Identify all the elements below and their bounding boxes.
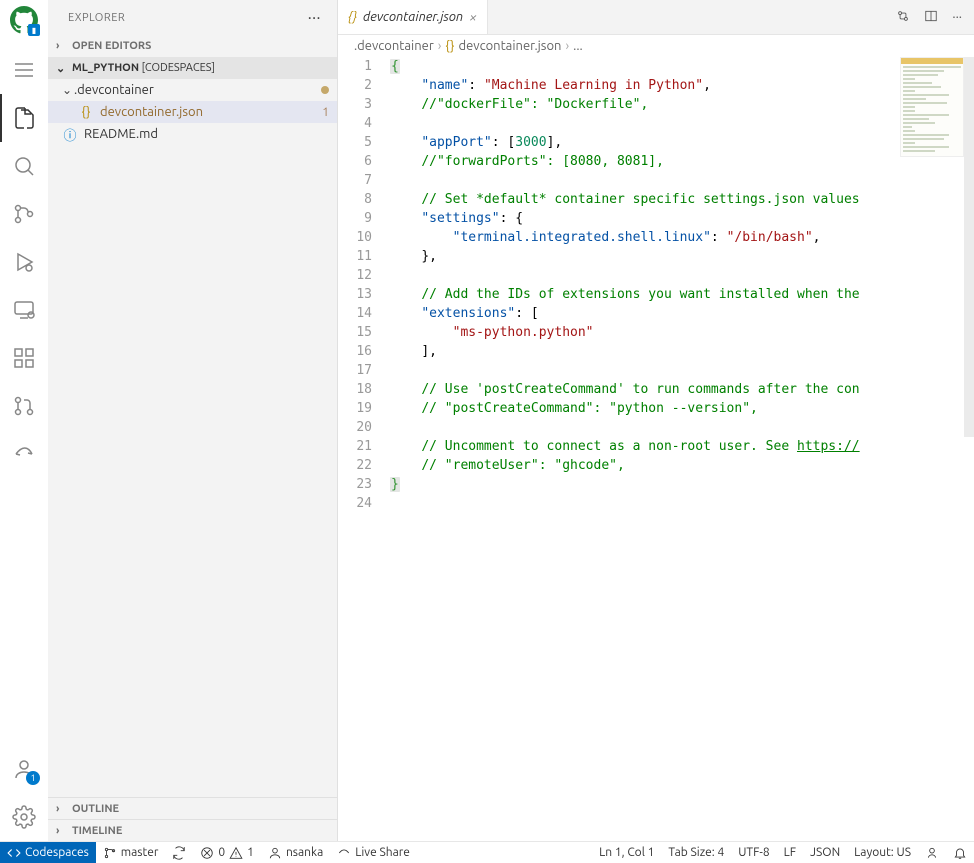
github-logo: ▮	[10, 6, 38, 34]
status-sync[interactable]	[165, 842, 193, 863]
status-language[interactable]: JSON	[803, 842, 847, 863]
status-branch[interactable]: master	[96, 842, 166, 863]
status-bar: Codespaces master 0 1 nsanka Live Share …	[0, 841, 974, 863]
status-label: Codespaces	[25, 846, 89, 859]
live-share-icon[interactable]	[0, 430, 48, 478]
status-lncol[interactable]: Ln 1, Col 1	[592, 842, 661, 863]
status-layout[interactable]: Layout: US	[847, 842, 918, 863]
chevron-right-icon: ›	[565, 39, 569, 53]
status-bell-icon[interactable]	[946, 842, 974, 863]
chevron-right-icon: ›	[438, 39, 442, 53]
run-debug-icon[interactable]	[0, 238, 48, 286]
status-codespaces[interactable]: Codespaces	[0, 842, 96, 863]
sidebar-more-icon[interactable]: ···	[308, 9, 321, 27]
split-editor-icon[interactable]	[924, 9, 938, 26]
chevron-right-icon: ›	[56, 825, 68, 837]
status-label: master	[121, 846, 159, 859]
tree-folder-devcontainer[interactable]: ⌄ .devcontainer	[48, 79, 337, 101]
status-tabsize[interactable]: Tab Size: 4	[661, 842, 731, 863]
tree-file-devcontainer-json[interactable]: {} devcontainer.json 1	[48, 101, 337, 123]
code-editor[interactable]: 123456789101112131415161718192021222324 …	[338, 57, 974, 841]
chevron-right-icon: ›	[56, 40, 68, 52]
error-count: 0	[218, 846, 225, 859]
warning-count: 1	[247, 846, 254, 859]
tab-devcontainer-json[interactable]: {} devcontainer.json ×	[338, 0, 488, 34]
json-file-icon: {}	[348, 10, 357, 24]
modified-dot-icon	[321, 86, 329, 94]
section-label: OUTLINE	[72, 803, 119, 815]
tree-file-readme[interactable]: ⓘ README.md	[48, 123, 337, 145]
accounts-icon[interactable]: 1	[0, 745, 48, 793]
status-user[interactable]: nsanka	[261, 842, 330, 863]
breadcrumb-segment[interactable]: .devcontainer	[354, 39, 434, 53]
compare-changes-icon[interactable]	[896, 9, 910, 26]
settings-gear-icon[interactable]	[0, 793, 48, 841]
timeline-section[interactable]: › TIMELINE	[48, 819, 337, 841]
file-label: devcontainer.json	[100, 105, 318, 119]
chevron-down-icon: ⌄	[56, 62, 68, 75]
status-label: Live Share	[355, 846, 410, 859]
project-section[interactable]: ⌄ ML_PYTHON [CODESPACES]	[48, 57, 337, 79]
file-badge: 1	[322, 106, 329, 119]
tab-bar: {} devcontainer.json × ···	[338, 0, 974, 35]
scrollbar-thumb[interactable]	[964, 57, 974, 437]
section-label: OPEN EDITORS	[72, 40, 151, 52]
close-icon[interactable]: ×	[469, 9, 477, 25]
info-file-icon: ⓘ	[62, 125, 78, 144]
remote-explorer-icon[interactable]	[0, 286, 48, 334]
breadcrumb-segment[interactable]: devcontainer.json	[458, 39, 561, 53]
accounts-badge: 1	[26, 771, 40, 785]
open-editors-section[interactable]: › OPEN EDITORS	[48, 35, 337, 57]
source-control-icon[interactable]	[0, 190, 48, 238]
file-label: README.md	[84, 127, 329, 141]
code-content[interactable]: { "name": "Machine Learning in Python", …	[390, 57, 974, 841]
vscode-badge-icon: ▮	[28, 24, 40, 36]
status-feedback-icon[interactable]	[918, 842, 946, 863]
search-icon[interactable]	[0, 142, 48, 190]
line-gutter: 123456789101112131415161718192021222324	[338, 57, 390, 841]
json-file-icon: {}	[78, 105, 94, 119]
editor-area: {} devcontainer.json × ··· .devcontainer…	[338, 0, 974, 841]
outline-section[interactable]: › OUTLINE	[48, 797, 337, 819]
explorer-icon[interactable]	[0, 94, 48, 142]
menu-icon[interactable]	[0, 46, 48, 94]
tab-actions: ···	[884, 0, 974, 34]
sidebar: EXPLORER ··· › OPEN EDITORS ⌄ ML_PYTHON …	[48, 0, 338, 841]
sidebar-title: EXPLORER	[68, 12, 125, 24]
json-file-icon: {}	[445, 39, 454, 53]
chevron-right-icon: ›	[56, 803, 68, 815]
status-encoding[interactable]: UTF-8	[731, 842, 776, 863]
project-name: ML_PYTHON	[72, 62, 139, 74]
file-tree: ⌄ .devcontainer {} devcontainer.json 1 ⓘ…	[48, 79, 337, 797]
tab-title: devcontainer.json	[363, 10, 463, 24]
status-eol[interactable]: LF	[777, 842, 803, 863]
more-actions-icon[interactable]: ···	[952, 10, 962, 24]
status-label: nsanka	[286, 846, 323, 859]
folder-label: .devcontainer	[74, 83, 317, 97]
extensions-icon[interactable]	[0, 334, 48, 382]
breadcrumb-segment[interactable]: ...	[573, 39, 583, 53]
status-liveshare[interactable]: Live Share	[330, 842, 417, 863]
status-problems[interactable]: 0 1	[193, 842, 261, 863]
project-suffix: [CODESPACES]	[142, 62, 215, 74]
sidebar-header: EXPLORER ···	[48, 0, 337, 35]
section-label: TIMELINE	[72, 825, 122, 837]
activity-bar: ▮ 1	[0, 0, 48, 841]
github-pr-icon[interactable]	[0, 382, 48, 430]
breadcrumb[interactable]: .devcontainer › {} devcontainer.json › .…	[338, 35, 974, 57]
chevron-down-icon: ⌄	[60, 83, 74, 97]
minimap[interactable]	[900, 57, 964, 157]
